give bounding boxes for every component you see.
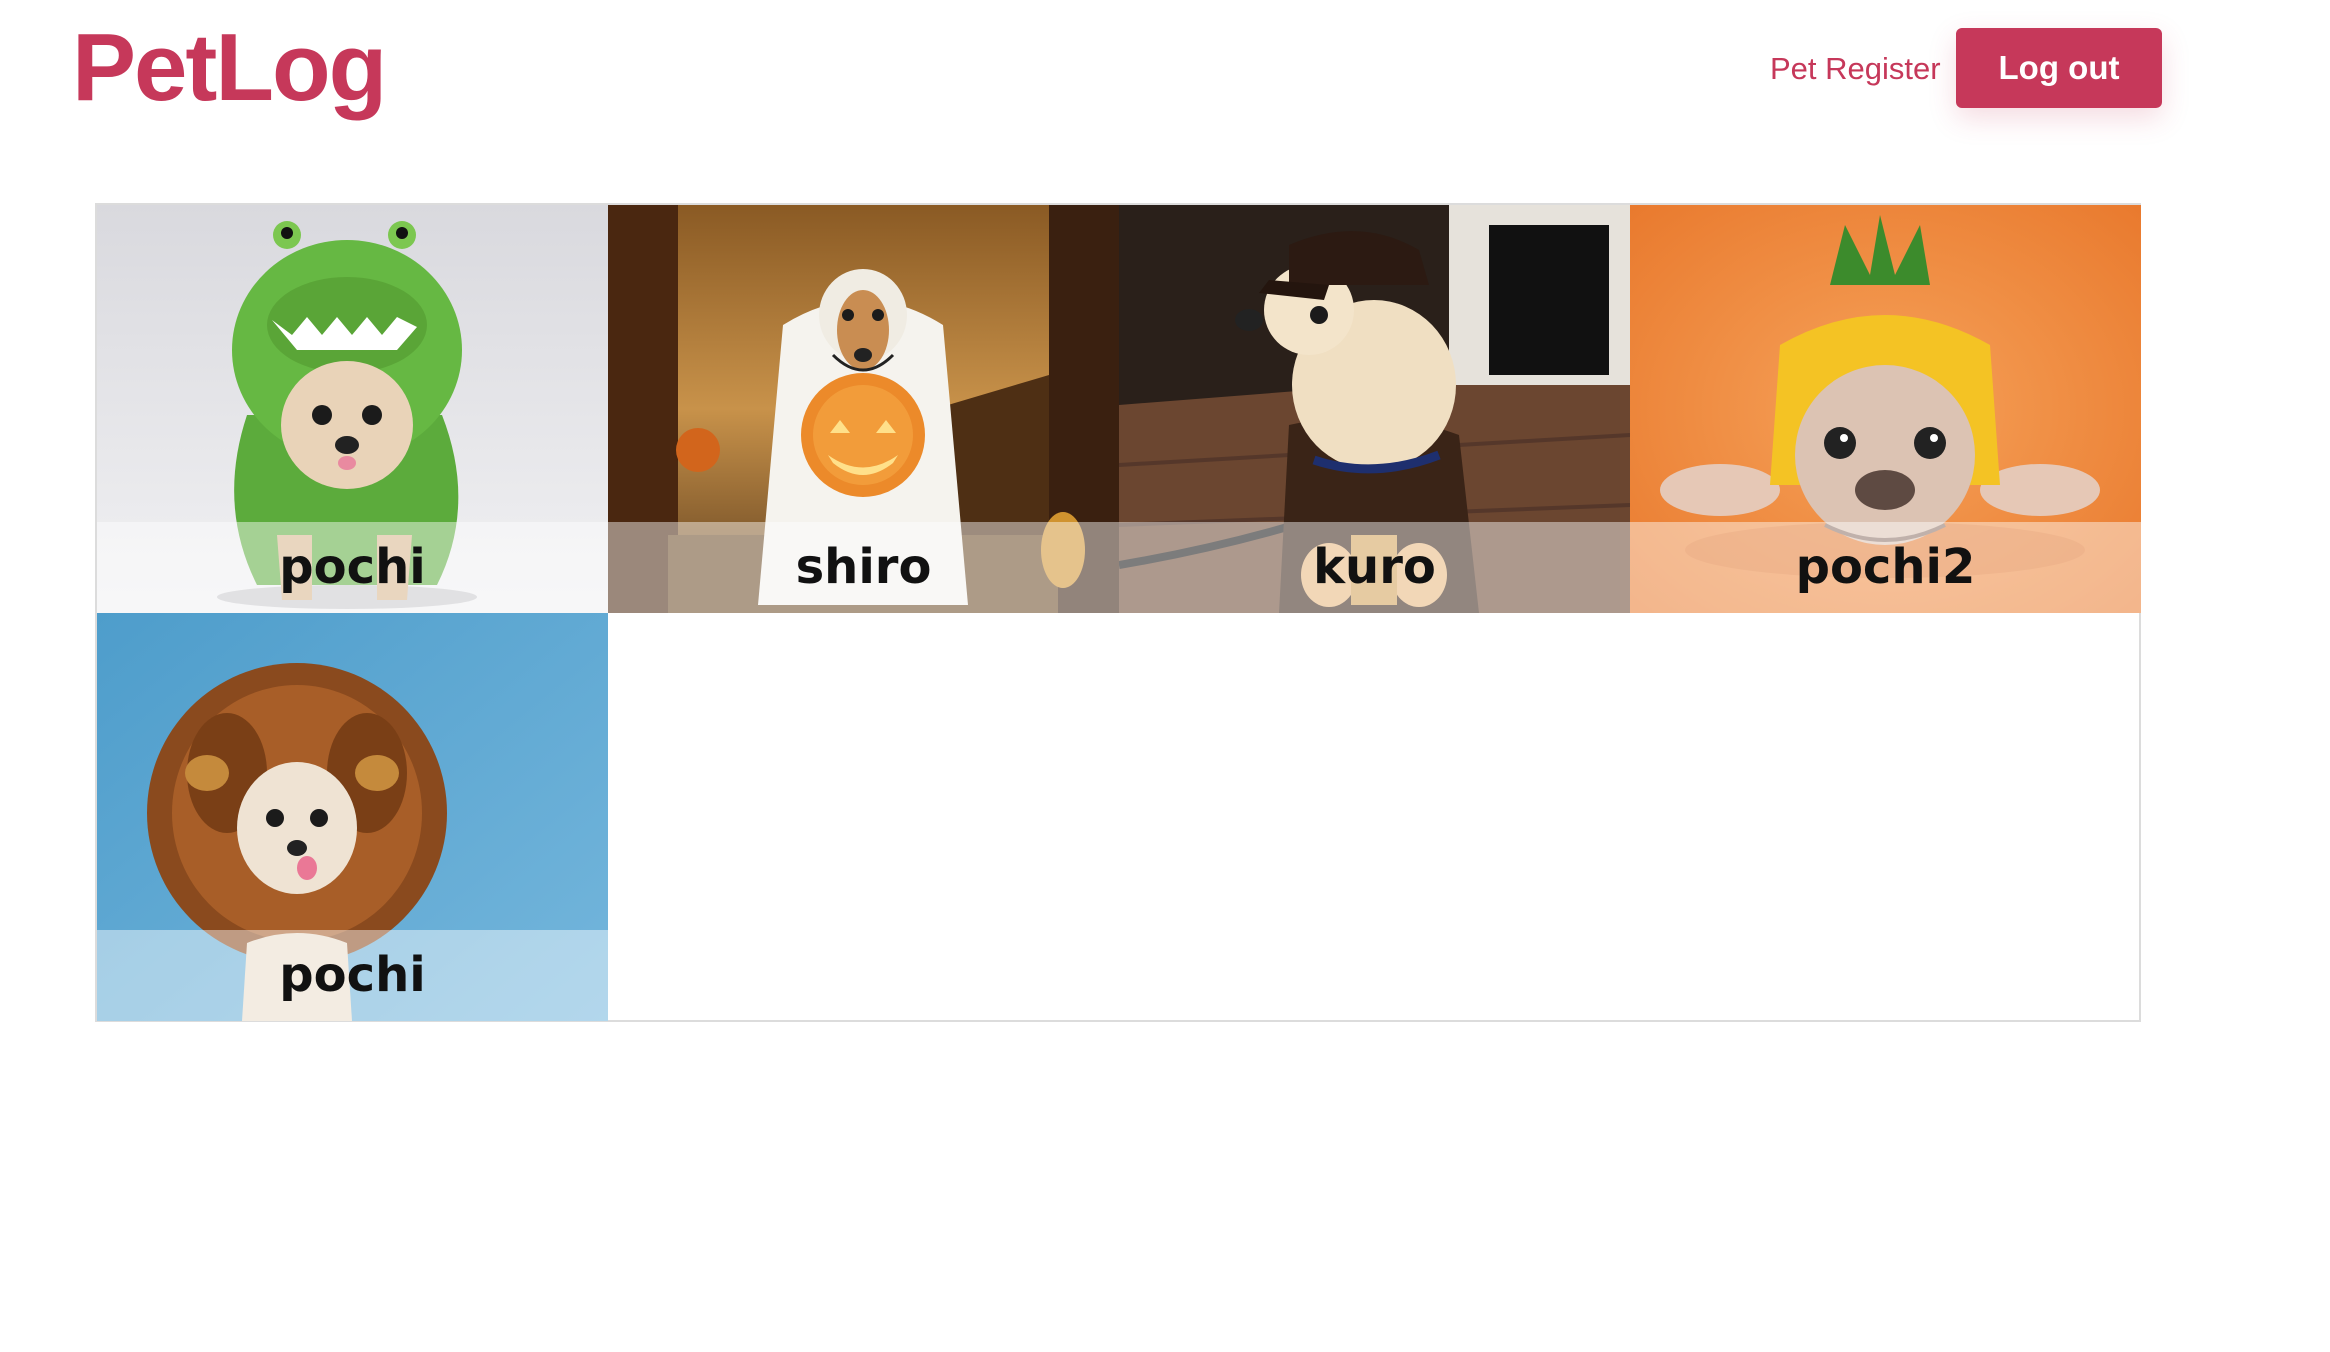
pet-name: pochi2 (1795, 539, 1976, 595)
pet-card[interactable]: kuro (1119, 205, 1630, 613)
site-header: PetLog Pet Register Log out (0, 0, 2330, 140)
pet-name: shiro (795, 539, 932, 595)
pet-card[interactable]: pochi (97, 613, 608, 1021)
pet-card[interactable]: pochi2 (1630, 205, 2141, 613)
pet-name: pochi (279, 539, 426, 595)
logout-button[interactable]: Log out (1956, 28, 2162, 108)
logo[interactable]: PetLog (72, 8, 387, 128)
pet-name: kuro (1313, 539, 1436, 595)
pet-name: pochi (279, 947, 426, 1003)
pet-card[interactable]: pochi (97, 205, 608, 613)
pet-card[interactable]: shiro (608, 205, 1119, 613)
pet-grid: pochi shiro kuro pochi2 pochi (95, 203, 2141, 1022)
pet-register-link[interactable]: Pet Register (1770, 46, 1941, 92)
